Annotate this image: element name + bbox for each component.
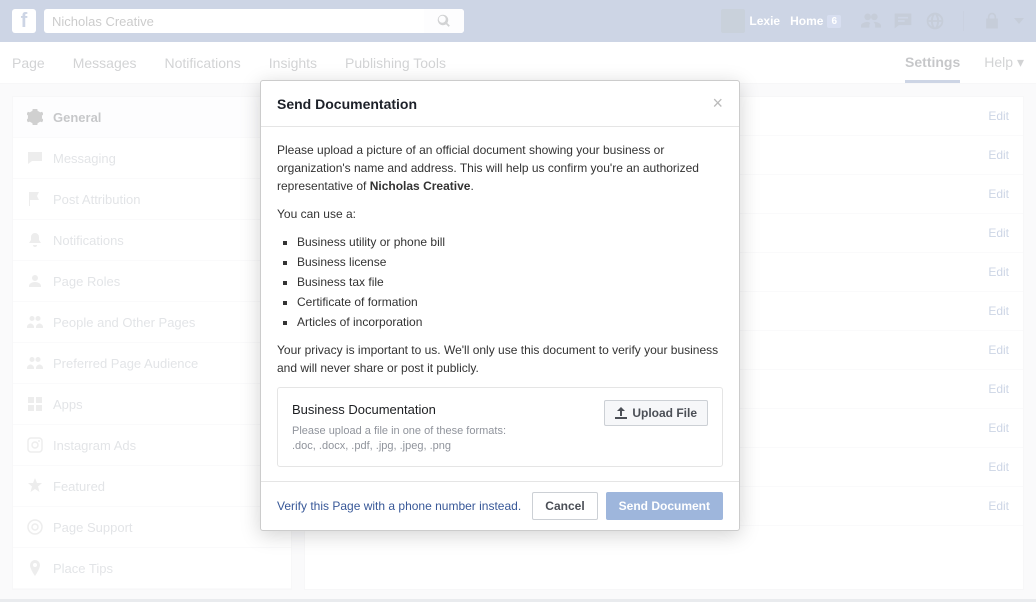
verify-phone-link[interactable]: Verify this Page with a phone number ins… [277, 499, 521, 513]
list-item: Certificate of formation [297, 293, 723, 311]
dialog-actions: Cancel Send Document [532, 492, 723, 520]
dialog-body: Please upload a picture of an official d… [261, 127, 739, 481]
list-item: Business license [297, 253, 723, 271]
upload-title: Business Documentation [292, 400, 506, 420]
upload-label: Upload File [632, 406, 697, 420]
upload-icon [615, 407, 627, 419]
upload-sub1: Please upload a file in one of these for… [292, 424, 506, 439]
list-item: Business tax file [297, 273, 723, 291]
upload-box: Business Documentation Please upload a f… [277, 387, 723, 467]
cancel-button[interactable]: Cancel [532, 492, 597, 520]
send-documentation-dialog: Send Documentation × Please upload a pic… [260, 80, 740, 531]
upload-file-button[interactable]: Upload File [604, 400, 708, 426]
privacy-text: Your privacy is important to us. We'll o… [277, 341, 723, 377]
list-item: Articles of incorporation [297, 313, 723, 331]
intro-text: Please upload a picture of an official d… [277, 141, 723, 195]
dialog-header: Send Documentation × [261, 81, 739, 127]
dialog-footer: Verify this Page with a phone number ins… [261, 481, 739, 530]
send-document-button[interactable]: Send Document [606, 492, 723, 520]
dialog-title: Send Documentation [277, 96, 417, 112]
use-label: You can use a: [277, 205, 723, 223]
close-button[interactable]: × [712, 93, 723, 114]
upload-left: Business Documentation Please upload a f… [292, 400, 506, 454]
list-item: Business utility or phone bill [297, 233, 723, 251]
upload-sub2: .doc, .docx, .pdf, .jpg, .jpeg, .png [292, 439, 506, 454]
document-list: Business utility or phone bill Business … [297, 233, 723, 331]
